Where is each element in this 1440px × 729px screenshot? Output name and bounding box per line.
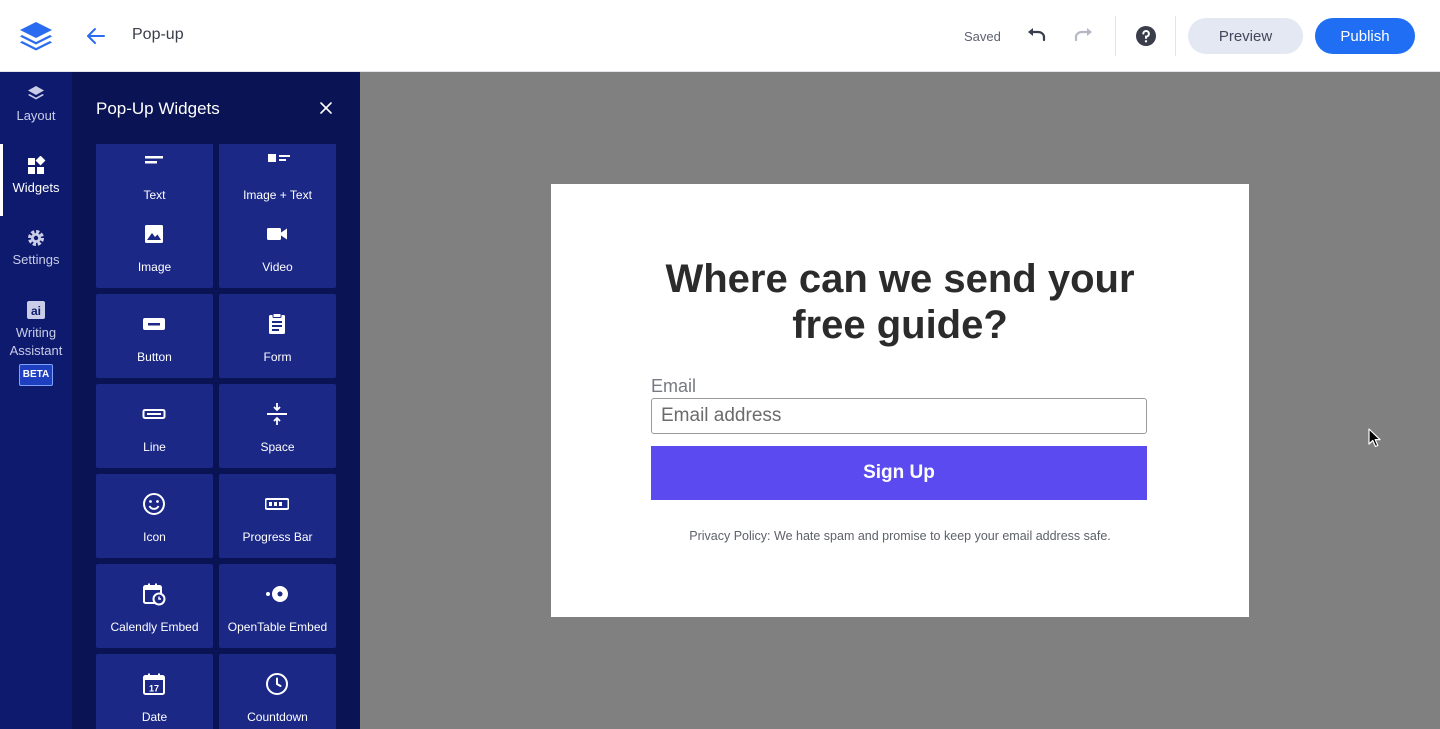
help-icon[interactable] bbox=[1134, 24, 1158, 48]
widget-tile-progress-bar[interactable]: Progress Bar bbox=[219, 474, 336, 558]
popup-preview[interactable]: Where can we send your free guide? Email… bbox=[551, 184, 1249, 617]
toolbar-divider bbox=[1115, 16, 1116, 56]
email-label: Email bbox=[651, 376, 697, 396]
widget-label: Text bbox=[143, 188, 166, 202]
smiley-icon bbox=[143, 493, 165, 515]
widget-label: Progress Bar bbox=[242, 530, 313, 544]
headline-line-1: Where can we send your bbox=[665, 257, 1135, 301]
date-icon-number: 17 bbox=[149, 684, 159, 694]
widget-tile-countdown[interactable]: Countdown bbox=[219, 654, 336, 729]
widget-label: Image bbox=[137, 260, 172, 274]
rail-item-label: Assistant bbox=[9, 343, 63, 358]
back-arrow-icon[interactable] bbox=[84, 24, 108, 48]
text-icon bbox=[145, 156, 163, 164]
rail-item-label: Widgets bbox=[12, 180, 60, 195]
rail-item-widgets[interactable]: Widgets bbox=[0, 156, 72, 195]
widget-label: Date bbox=[141, 710, 168, 724]
beta-badge: BETA bbox=[18, 364, 54, 386]
close-icon[interactable] bbox=[318, 100, 334, 116]
clock-icon bbox=[266, 673, 288, 695]
publish-button[interactable]: Publish bbox=[1315, 18, 1415, 54]
widget-tile-line[interactable]: Line bbox=[96, 384, 213, 468]
widget-tile-form[interactable]: Form bbox=[219, 294, 336, 378]
widgets-icon bbox=[28, 156, 46, 174]
widget-tile-date[interactable]: 17 Date bbox=[96, 654, 213, 729]
sign-up-button[interactable]: Sign Up bbox=[651, 446, 1147, 500]
widget-label: Countdown bbox=[247, 710, 308, 724]
gear-icon bbox=[28, 230, 44, 246]
mouse-cursor-icon bbox=[1368, 428, 1381, 448]
widget-tile-opentable-embed[interactable]: OpenTable Embed bbox=[219, 564, 336, 648]
widget-label: Calendly Embed bbox=[110, 620, 199, 634]
headline-line-2: free guide? bbox=[792, 303, 1008, 347]
calendly-icon bbox=[143, 583, 166, 606]
widget-label: Space bbox=[260, 440, 295, 454]
preview-button[interactable]: Preview bbox=[1188, 18, 1303, 54]
widget-label: Button bbox=[137, 350, 172, 364]
widget-tile-calendly-embed[interactable]: Calendly Embed bbox=[96, 564, 213, 648]
widget-label: Icon bbox=[143, 530, 166, 544]
widget-tile-button[interactable]: Button bbox=[96, 294, 213, 378]
widget-tile-video[interactable]: Video bbox=[219, 204, 336, 288]
widget-label: Image + Text bbox=[243, 188, 312, 202]
form-icon bbox=[269, 313, 285, 334]
widgets-panel: Pop-Up Widgets Text Image + Text Image V… bbox=[72, 72, 360, 729]
video-icon bbox=[267, 228, 287, 240]
left-rail: Layout Widgets Settings ai Writing Assis… bbox=[0, 72, 72, 729]
save-status: Saved bbox=[964, 29, 1001, 44]
ai-icon: ai bbox=[27, 301, 45, 319]
undo-icon[interactable] bbox=[1024, 24, 1048, 48]
svg-text:ai: ai bbox=[31, 304, 41, 318]
editor-canvas[interactable]: Where can we send your free guide? Email… bbox=[360, 72, 1440, 729]
widget-tile-image[interactable]: Image bbox=[96, 204, 213, 288]
privacy-policy-text: Privacy Policy: We hate spam and promise… bbox=[689, 529, 1111, 543]
rail-item-label: Settings bbox=[12, 252, 60, 267]
rail-item-label: Layout bbox=[16, 108, 56, 123]
opentable-icon bbox=[266, 586, 288, 602]
widget-grid: Text Image + Text Image Video Button For… bbox=[72, 144, 360, 729]
image-text-icon bbox=[268, 154, 290, 162]
widget-tile-icon[interactable]: Icon bbox=[96, 474, 213, 558]
email-field[interactable] bbox=[651, 398, 1147, 434]
toolbar-divider bbox=[1175, 16, 1176, 56]
page-title: Pop-up bbox=[132, 26, 184, 43]
widget-label: Video bbox=[262, 260, 293, 274]
space-icon bbox=[267, 403, 287, 425]
redo-icon[interactable] bbox=[1072, 24, 1096, 48]
line-icon bbox=[142, 409, 166, 419]
rail-item-layout[interactable]: Layout bbox=[0, 84, 72, 123]
widget-label: Line bbox=[143, 440, 166, 454]
rail-item-settings[interactable]: Settings bbox=[0, 228, 72, 267]
layers-icon bbox=[28, 86, 44, 100]
progress-bar-icon bbox=[265, 498, 289, 510]
app-logo-icon[interactable] bbox=[18, 20, 54, 52]
widget-tile-space[interactable]: Space bbox=[219, 384, 336, 468]
image-icon bbox=[145, 225, 163, 243]
rail-item-writing-assistant[interactable]: ai Writing Assistant BETA bbox=[0, 300, 72, 386]
panel-title: Pop-Up Widgets bbox=[96, 99, 220, 118]
calendar-date-icon: 17 bbox=[143, 673, 165, 695]
rail-item-label: Writing bbox=[15, 325, 57, 340]
button-icon bbox=[143, 318, 165, 330]
widget-label: Form bbox=[263, 350, 292, 364]
top-bar: Pop-up Saved Preview Publish bbox=[0, 0, 1440, 72]
popup-headline[interactable]: Where can we send your free guide? bbox=[551, 256, 1249, 348]
widget-label: OpenTable Embed bbox=[227, 620, 328, 634]
